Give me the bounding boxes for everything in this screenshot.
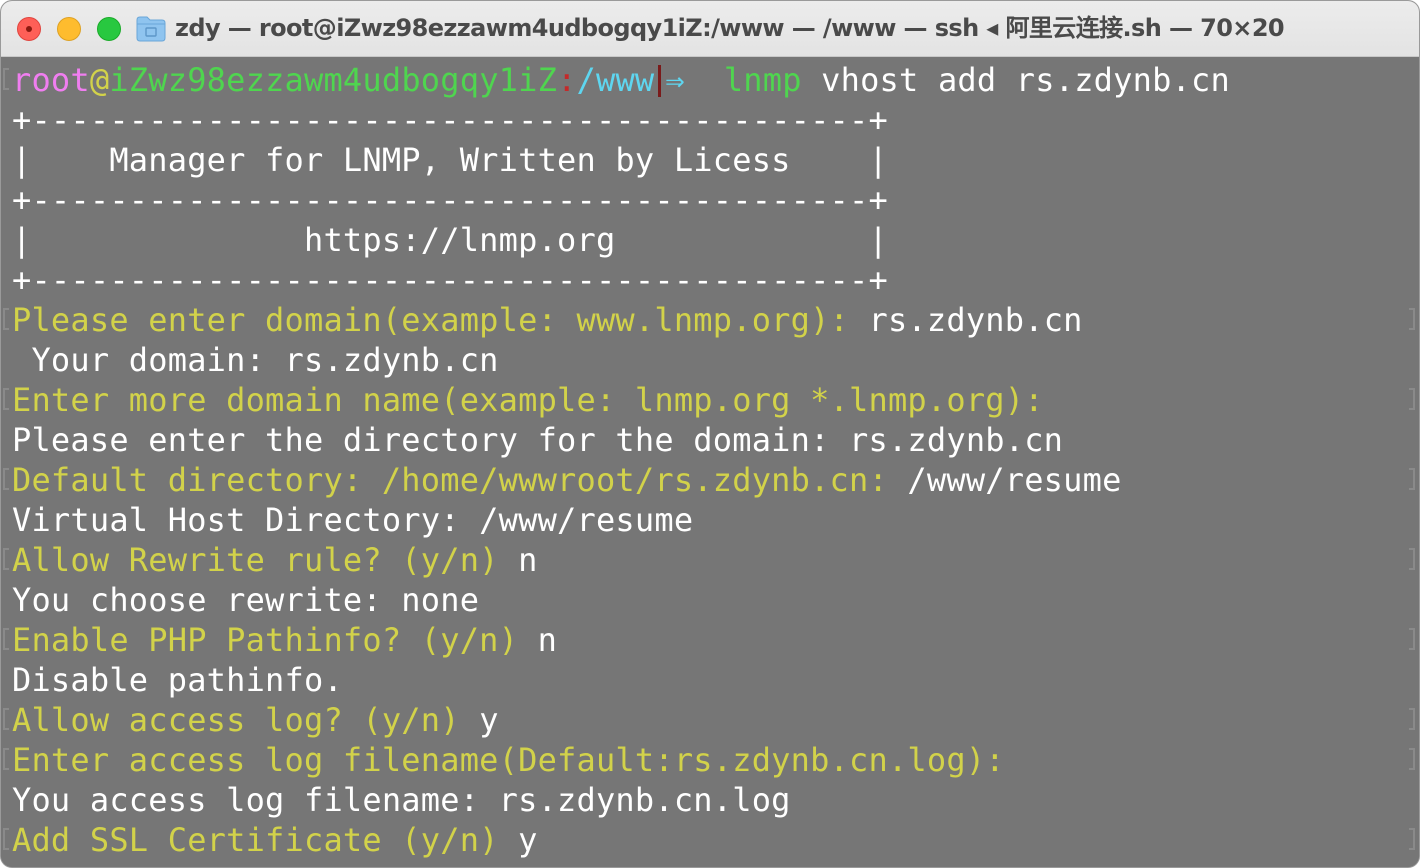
close-dot-icon [26,26,32,32]
prompt-rewrite-line: Allow Rewrite rule? (y/n) n [12,540,538,580]
output-line: Disable pathinfo. [12,661,343,699]
question-text: Allow access log? (y/n) [12,701,480,739]
prompt-user: root [12,61,90,99]
banner-url-row: | https://lnmp.org | [12,221,888,259]
mark-bracket-left [3,468,9,490]
prompt-host: iZwz98ezzawm4udbogqy1iZ [109,61,558,99]
prompt-more-domain-line: Enter more domain name(example: lnmp.org… [12,380,1063,420]
maximize-window-button[interactable] [97,17,121,41]
mark-bracket-left [3,388,9,410]
answer-text: y [518,821,538,859]
prompt-arrow-icon: ⇒ [665,61,685,99]
question-text: Enable PHP Pathinfo? (y/n) [12,621,538,659]
command-name: lnmp [723,61,802,99]
answer-text: y [479,701,499,739]
question-text: Enter access log filename(Default:rs.zdy… [12,741,1025,779]
prompt-access-log-line: Allow access log? (y/n) y [12,700,499,740]
mark-bracket-left [3,68,9,90]
window-title: zdy — root@iZwz98ezzawm4udbogqy1iZ:/www … [175,14,1285,42]
separator-bar [658,65,662,97]
prompt-line: root@iZwz98ezzawm4udbogqy1iZ:/www ⇒ lnmp … [12,60,1230,100]
mark-bracket-right [1409,628,1415,650]
prompt-at: @ [89,61,110,99]
mark-bracket-right [1409,468,1415,490]
answer-text: n [537,621,558,659]
folder-icon [136,16,166,42]
command-args: vhost add rs.zdynb.cn [801,61,1230,99]
prompt-log-filename-line: Enter access log filename(Default:rs.zdy… [12,740,1024,780]
mark-bracket-right [1409,748,1415,770]
mark-bracket-left [3,308,9,330]
answer-text: n [518,541,538,579]
question-text: Default directory: /home/wwwroot/rs.zdyn… [12,461,908,499]
output-line: Your domain: rs.zdynb.cn [12,341,499,379]
mark-bracket-left [3,708,9,730]
output-line: You choose rewrite: none [12,581,480,619]
terminal-output[interactable]: root@iZwz98ezzawm4udbogqy1iZ:/www ⇒ lnmp … [1,58,1419,867]
mark-bracket-left [3,748,9,770]
question-text: Please enter domain(example: www.lnmp.or… [12,301,869,339]
banner-border-middle: +---------------------------------------… [12,181,888,219]
answer-text: rs.zdynb.cn [868,301,1083,339]
mark-bracket-left [3,548,9,570]
answer-text: /www/resume [907,461,1122,499]
question-text: Add SSL Certificate (y/n) [12,821,519,859]
prompt-colon: : [557,61,577,99]
mark-bracket-right [1409,308,1415,330]
mark-bracket-left [3,628,9,650]
banner-border-top: +---------------------------------------… [12,101,888,139]
question-text: Enter more domain name(example: lnmp.org… [12,381,1064,419]
question-text: Allow Rewrite rule? (y/n) [12,541,519,579]
output-line: Virtual Host Directory: /www/resume [12,501,694,539]
banner-border-bottom: +---------------------------------------… [12,261,888,299]
close-window-button[interactable] [17,17,41,41]
prompt-domain-line: Please enter domain(example: www.lnmp.or… [12,300,1083,340]
prompt-path: /www [576,61,655,99]
mark-bracket-right [1409,708,1415,730]
prompt-ssl-line: Add SSL Certificate (y/n) y [12,820,538,860]
mark-bracket-right [1409,388,1415,410]
prompt-directory-line: Default directory: /home/wwwroot/rs.zdyn… [12,460,1122,500]
output-line: Please enter the directory for the domai… [12,421,1064,459]
title-bar[interactable]: zdy — root@iZwz98ezzawm4udbogqy1iZ:/www … [1,1,1419,57]
mark-bracket-left [3,828,9,850]
mark-bracket-right [1409,828,1415,850]
mark-bracket-right [1409,548,1415,570]
output-line: You access log filename: rs.zdynb.cn.log [12,781,791,819]
banner-title-row: | Manager for LNMP, Written by Licess | [12,141,888,179]
minimize-window-button[interactable] [57,17,81,41]
terminal-window: zdy — root@iZwz98ezzawm4udbogqy1iZ:/www … [0,0,1420,868]
prompt-pathinfo-line: Enable PHP Pathinfo? (y/n) n [12,620,557,660]
